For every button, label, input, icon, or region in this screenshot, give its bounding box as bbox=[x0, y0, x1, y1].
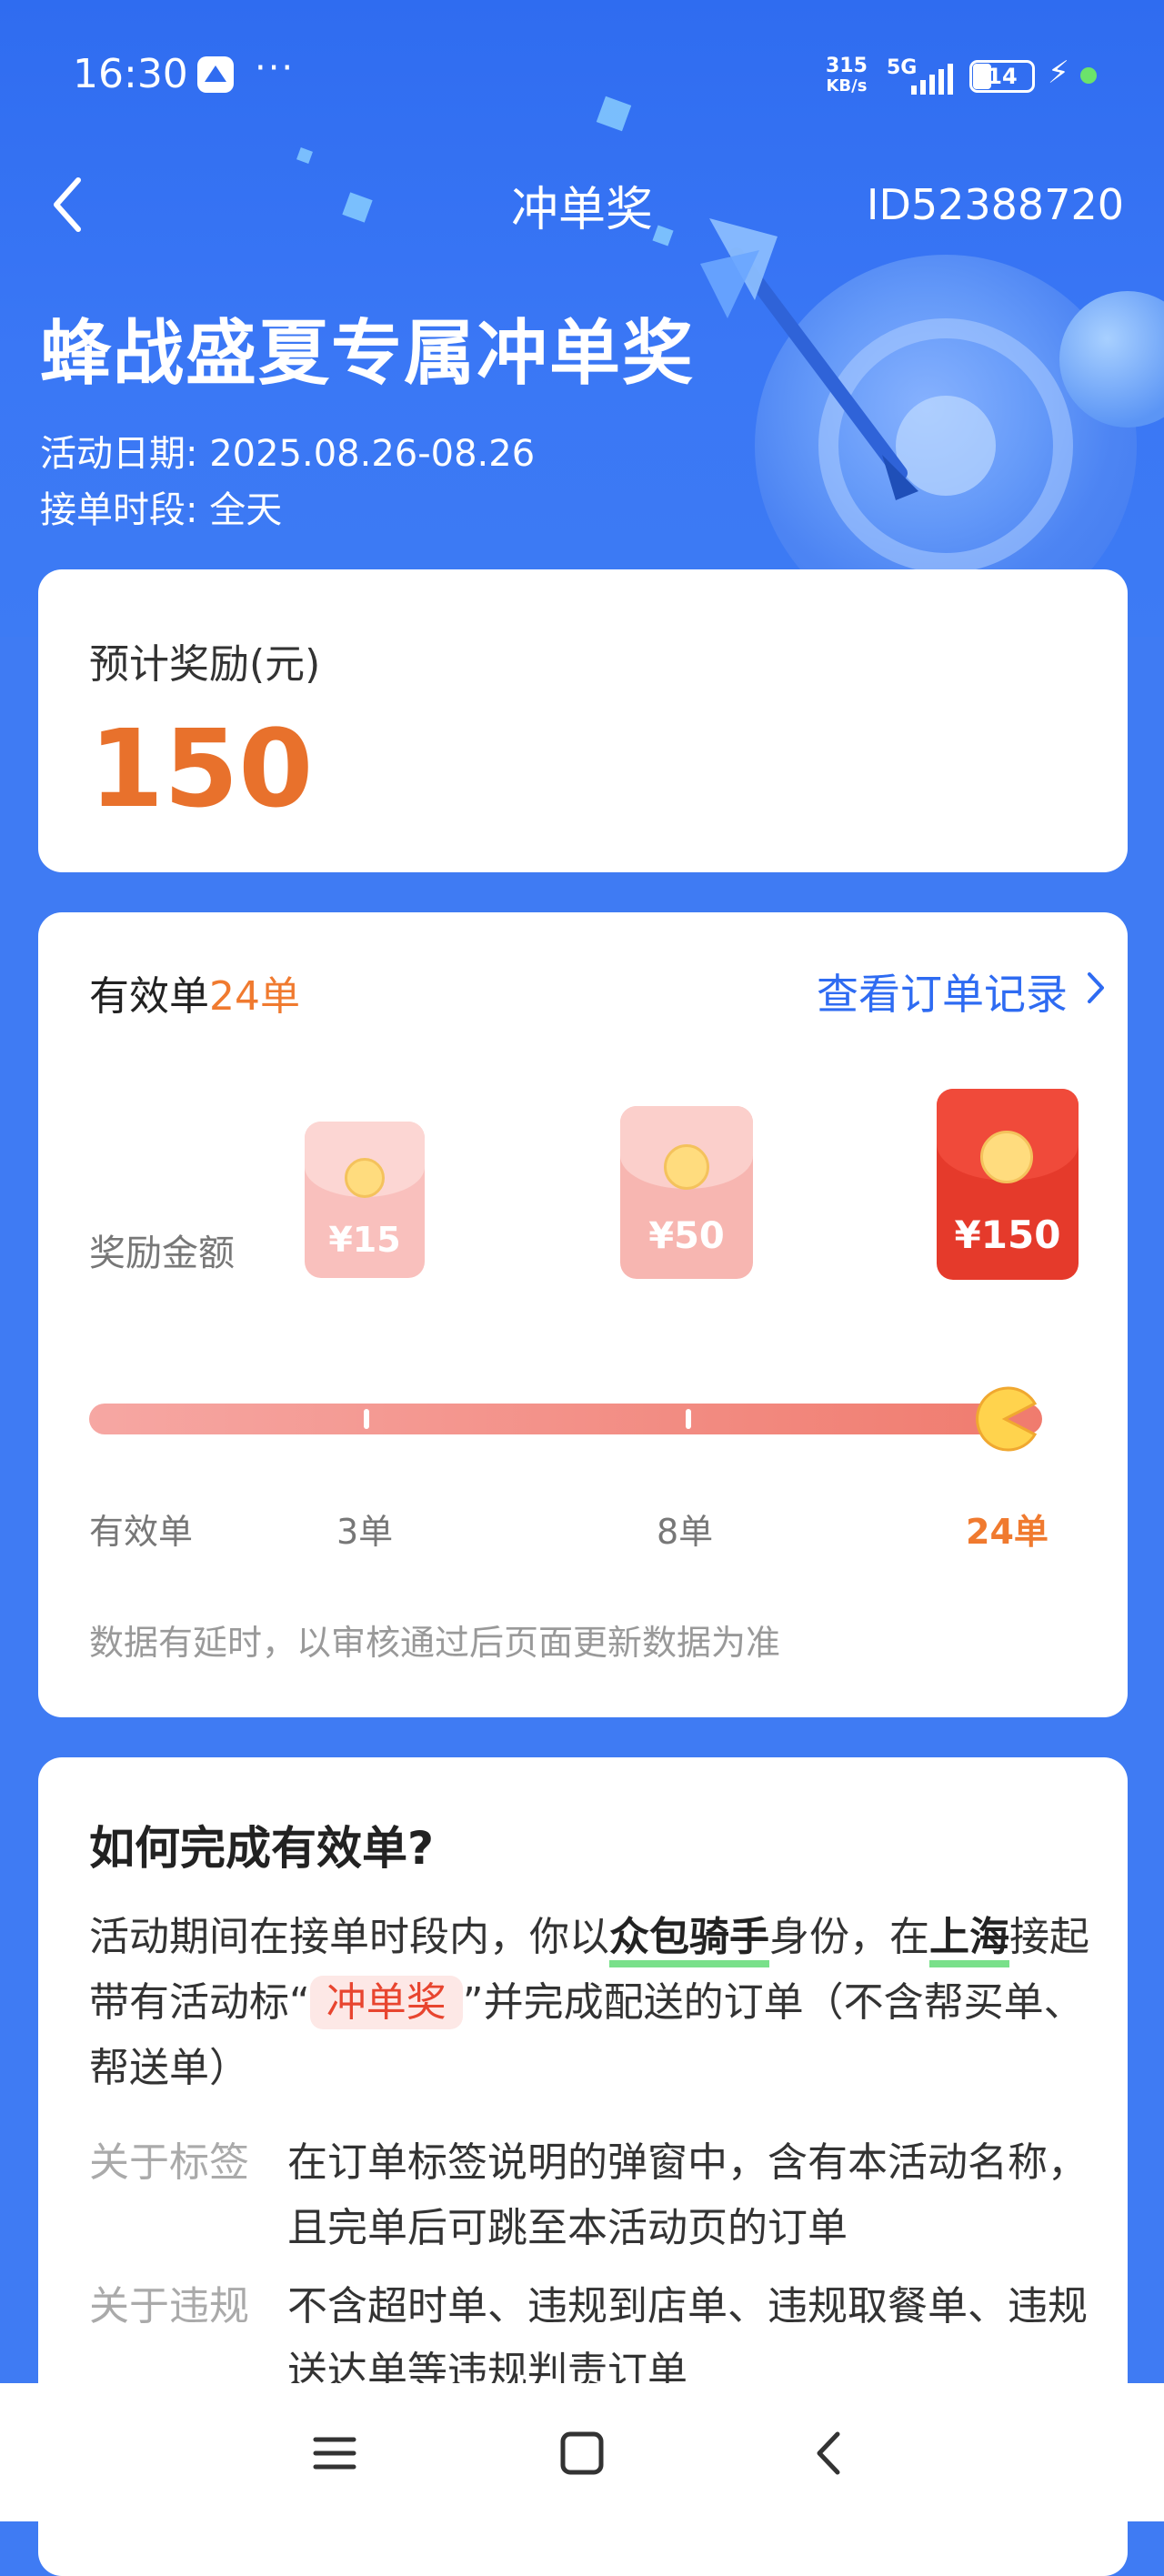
envelope-amount: ¥15 bbox=[328, 1220, 401, 1260]
milestone-24: 24单 bbox=[966, 1512, 1049, 1552]
highlight-crowd-rider: 众包骑手 bbox=[609, 1914, 769, 1967]
estimated-reward-amount: 150 bbox=[89, 706, 314, 831]
status-dot bbox=[1080, 67, 1097, 84]
milestone-8: 8单 bbox=[657, 1512, 714, 1552]
milestone-tick bbox=[686, 1409, 691, 1429]
chevron-right-icon[interactable] bbox=[1082, 965, 1109, 1011]
estimated-reward-card: 预计奖励(元) 150 bbox=[38, 569, 1128, 872]
status-bar: 16:30 ··· 315 KB/s 5G 14 ⚡ bbox=[0, 0, 1164, 155]
order-time-slot: 接单时段: 全天 bbox=[40, 489, 283, 531]
menu-icon[interactable] bbox=[303, 2421, 366, 2485]
activity-tag: 冲单奖 bbox=[309, 1976, 463, 2029]
red-envelope-tier-2: ¥50 bbox=[620, 1106, 753, 1279]
battery-icon: 14 bbox=[969, 60, 1035, 93]
valid-orders-label: 有效单 bbox=[89, 973, 209, 1020]
rule-key: 关于标签 bbox=[89, 2139, 249, 2186]
back-nav-icon[interactable] bbox=[798, 2421, 861, 2485]
coin-icon bbox=[345, 1158, 385, 1198]
app-notification-icon bbox=[197, 56, 234, 93]
scale-label: 有效单 bbox=[89, 1512, 194, 1552]
howto-description: 活动期间在接单时段内，你以众包骑手身份，在上海接起带有活动标“ 冲单奖 ”并完成配送… bbox=[89, 1914, 1089, 2091]
valid-orders-count: 24单 bbox=[209, 973, 300, 1020]
charging-icon: ⚡ bbox=[1048, 55, 1069, 91]
activity-date: 活动日期: 2025.08.26-08.26 bbox=[40, 433, 536, 475]
status-time: 16:30 bbox=[73, 51, 188, 97]
howto-title: 如何完成有效单? bbox=[89, 1822, 435, 1875]
progress-indicator-icon bbox=[976, 1386, 1038, 1452]
network-speed: 315 KB/s bbox=[826, 55, 868, 96]
coin-icon bbox=[664, 1144, 709, 1190]
envelope-amount: ¥150 bbox=[954, 1213, 1061, 1257]
data-delay-note: 数据有延时，以审核通过后页面更新数据为准 bbox=[89, 1623, 781, 1663]
rule-value: 在订单标签说明的弹窗中，含有本活动名称，且完单后可跳至本活动页的订单 bbox=[287, 2139, 1088, 2251]
dart-icon bbox=[700, 218, 918, 500]
order-records-link[interactable]: 查看订单记录 bbox=[817, 961, 1068, 1021]
highlight-city: 上海 bbox=[929, 1914, 1009, 1967]
red-envelope-tier-1: ¥15 bbox=[305, 1122, 425, 1278]
valid-orders-summary: 有效单24单 bbox=[89, 963, 300, 1021]
rule-key: 关于违规 bbox=[89, 2283, 249, 2329]
estimated-reward-label: 预计奖励(元) bbox=[89, 641, 321, 688]
milestone-3: 3单 bbox=[336, 1512, 394, 1552]
signal-bars-icon bbox=[911, 64, 953, 95]
progress-bar bbox=[89, 1404, 1042, 1434]
system-navigation-bar bbox=[0, 2383, 1164, 2521]
envelope-amount: ¥50 bbox=[648, 1215, 725, 1257]
reward-amount-label: 奖励金额 bbox=[89, 1233, 235, 1274]
coin-icon bbox=[980, 1131, 1033, 1183]
home-icon[interactable] bbox=[550, 2421, 614, 2485]
red-envelope-tier-3: ¥150 bbox=[937, 1089, 1079, 1280]
rule-row-tag: 关于标签 在订单标签说明的弹窗中，含有本活动名称，且完单后可跳至本活动页的订单 bbox=[89, 2130, 1108, 2267]
progress-card: 有效单24单 查看订单记录 奖励金额 ¥15 ¥50 ¥150 有效单 3单 8… bbox=[38, 912, 1128, 1717]
status-more-icon: ··· bbox=[255, 47, 296, 89]
campaign-headline: 蜂战盛夏专属冲单奖 bbox=[40, 313, 696, 395]
user-id: ID52388720 bbox=[866, 180, 1124, 229]
milestone-tick bbox=[364, 1409, 369, 1429]
